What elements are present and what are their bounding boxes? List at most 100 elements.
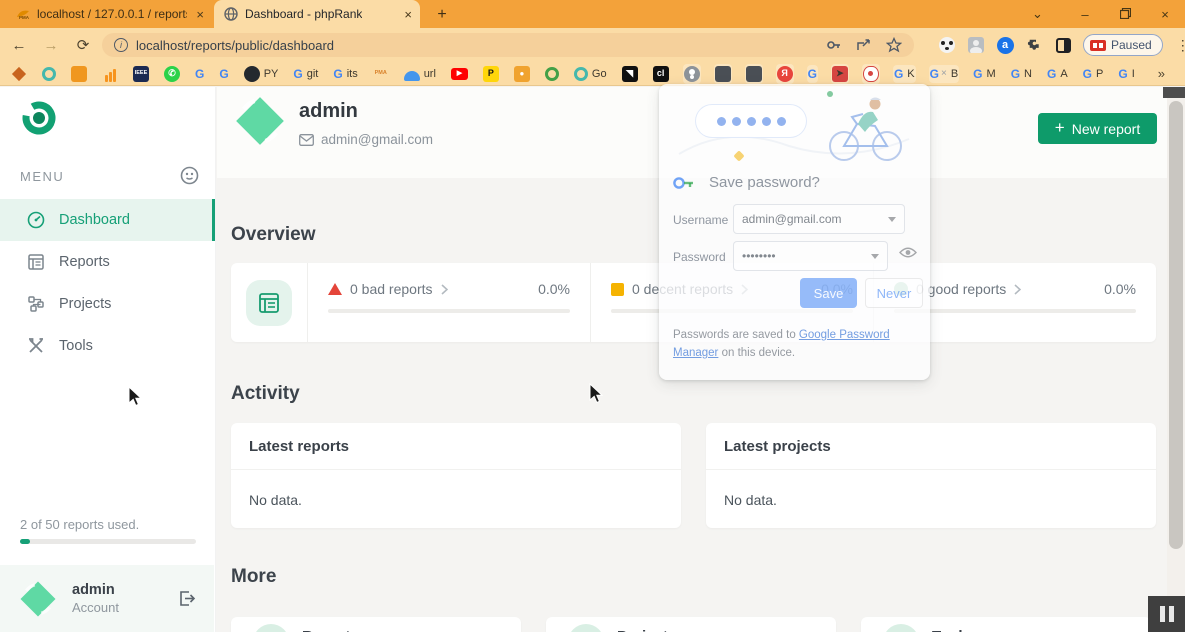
bookmark-item[interactable]: Я xyxy=(775,63,794,84)
reports-usage-text: 2 of 50 reports used. xyxy=(20,517,140,532)
more-tools-card[interactable]: Tools xyxy=(861,617,1151,632)
phprank-logo xyxy=(22,101,56,135)
never-save-button[interactable]: Never xyxy=(865,278,923,308)
bookmark-item[interactable]: ➤ xyxy=(830,63,849,84)
dropdown-caret-icon xyxy=(871,253,879,259)
recorder-pause-button[interactable] xyxy=(1148,596,1185,632)
chevron-right-icon xyxy=(1014,283,1022,295)
extensions-puzzle-icon[interactable] xyxy=(1025,36,1043,54)
username-select[interactable]: admin@gmail.com xyxy=(733,204,905,234)
popup-title: Save password? xyxy=(709,174,820,191)
show-password-eye-icon[interactable] xyxy=(899,246,917,259)
popup-illustration xyxy=(659,84,930,182)
bookmark-item[interactable] xyxy=(861,63,880,84)
sidebar-item-dashboard[interactable]: Dashboard xyxy=(0,199,215,241)
bookmark-item[interactable]: ● xyxy=(513,64,531,84)
at-extension-icon[interactable]: a xyxy=(996,36,1014,54)
scrollbar-track[interactable] xyxy=(1167,87,1185,632)
bookmark-item[interactable]: ◥ xyxy=(621,64,639,84)
globe-icon xyxy=(224,7,238,21)
new-tab-button[interactable]: + xyxy=(432,5,452,25)
bookmark-item[interactable]: G xyxy=(218,65,229,83)
bookmark-item[interactable]: GM xyxy=(972,65,997,83)
cam-favicon: ● xyxy=(513,65,530,82)
sidebar-item-tools[interactable]: Tools xyxy=(0,325,215,367)
bookmark-item[interactable]: GN xyxy=(1010,65,1033,83)
bookmark-item[interactable]: ▶ xyxy=(450,66,469,82)
logout-icon[interactable] xyxy=(177,589,196,608)
bookmark-item[interactable]: P xyxy=(482,64,500,84)
chevron-right-icon xyxy=(440,283,448,295)
bookmark-item[interactable]: GK xyxy=(892,64,916,83)
bookmark-item[interactable]: GA xyxy=(1046,65,1069,83)
reload-button[interactable]: ⟳ xyxy=(70,32,96,58)
bookmark-item[interactable]: cl xyxy=(652,64,670,84)
bookmark-item[interactable] xyxy=(682,63,701,84)
bookmark-item[interactable] xyxy=(10,64,28,84)
chip-favicon: cl xyxy=(652,65,669,82)
bookmark-item[interactable]: G × B xyxy=(928,64,960,83)
maximize-button[interactable] xyxy=(1105,7,1145,22)
card-title: Latest projects xyxy=(706,423,1156,470)
sidebar-item-label: Tools xyxy=(59,338,93,354)
bookmark-item[interactable]: Ggit xyxy=(292,65,319,83)
password-select[interactable]: •••••••• xyxy=(733,241,888,271)
bookmark-item[interactable]: PMA xyxy=(372,64,390,84)
password-key-icon[interactable] xyxy=(826,37,842,53)
bookmark-star-icon[interactable] xyxy=(886,37,902,53)
account-section[interactable]: admin Account xyxy=(0,565,214,632)
sidebar-item-reports[interactable]: Reports xyxy=(0,241,215,283)
stat-percent: 0.0% xyxy=(1104,281,1136,297)
save-password-button[interactable]: Save xyxy=(800,278,857,308)
profile-extension-icon[interactable] xyxy=(967,36,985,54)
bookmark-item[interactable] xyxy=(713,63,732,84)
bookmark-item[interactable]: Go xyxy=(573,65,608,83)
bookmark-item[interactable] xyxy=(544,65,560,83)
bookmark-item[interactable]: GP xyxy=(1082,65,1105,83)
bookmark-item[interactable] xyxy=(70,64,88,84)
bookmarks-overflow-icon[interactable]: » xyxy=(1158,66,1165,81)
bookmarks-bar: IEEE ✆ G G PY Ggit Gits PMA url ▶ P ● Go ◥ cl Я G ➤ G K G × B G… xyxy=(0,62,1185,86)
bookmark-item[interactable]: ✆ xyxy=(163,64,181,84)
new-report-button[interactable]: + New report xyxy=(1038,113,1157,144)
sidebar-item-projects[interactable]: Projects xyxy=(0,283,215,325)
side-panel-icon[interactable] xyxy=(1054,36,1072,54)
tab-dashboard[interactable]: Dashboard - phpRank × xyxy=(214,0,420,28)
card-icon-circle xyxy=(568,624,604,632)
bad-reports-stat[interactable]: 0 bad reports 0.0% xyxy=(308,263,590,342)
more-reports-card[interactable]: Reports xyxy=(231,617,521,632)
bookmark-label: P xyxy=(1096,67,1104,80)
bookmark-item[interactable]: G xyxy=(194,65,205,83)
forward-button[interactable]: → xyxy=(38,32,64,58)
support-icon[interactable] xyxy=(180,166,199,185)
bookmark-item[interactable]: Gits xyxy=(332,65,358,83)
minimize-button[interactable]: – xyxy=(1065,7,1105,22)
bookmark-item[interactable] xyxy=(744,63,763,84)
tab-search-icon[interactable]: ⌄ xyxy=(1032,6,1043,22)
tab-close-icon[interactable]: × xyxy=(404,8,412,21)
bookmark-item[interactable]: url xyxy=(403,65,437,83)
popup-title-row: Save password? xyxy=(673,174,820,191)
panda-extension-icon[interactable] xyxy=(938,36,956,54)
card-label: Projects xyxy=(617,628,676,632)
bookmark-item[interactable]: IEEE xyxy=(132,64,150,84)
back-button[interactable]: ← xyxy=(6,32,32,58)
bookmark-item[interactable] xyxy=(41,65,57,83)
bookmark-item[interactable]: G xyxy=(806,64,818,83)
more-projects-card[interactable]: Projects xyxy=(546,617,836,632)
browser-menu-icon[interactable]: ⋮ xyxy=(1176,37,1185,54)
bookmark-item[interactable] xyxy=(101,64,119,84)
plus-icon: + xyxy=(1054,118,1065,137)
recorder-paused-badge[interactable]: Paused xyxy=(1083,34,1163,56)
tab-close-icon[interactable]: × xyxy=(196,8,204,21)
scrollbar-thumb[interactable] xyxy=(1169,101,1183,549)
site-info-icon[interactable]: i xyxy=(114,38,128,52)
ring-favicon xyxy=(544,66,559,81)
address-bar[interactable]: i localhost/reports/public/dashboard xyxy=(102,33,914,57)
bookmark-item[interactable]: GI xyxy=(1117,65,1135,83)
bookmark-item[interactable]: PY xyxy=(243,64,280,84)
tab-phpmyadmin[interactable]: PMA localhost / 127.0.0.1 / reports / u … xyxy=(6,0,212,28)
popup-footer: Passwords are saved to Google Password M… xyxy=(673,329,890,359)
close-window-button[interactable]: × xyxy=(1145,7,1185,22)
share-icon[interactable] xyxy=(856,37,872,53)
